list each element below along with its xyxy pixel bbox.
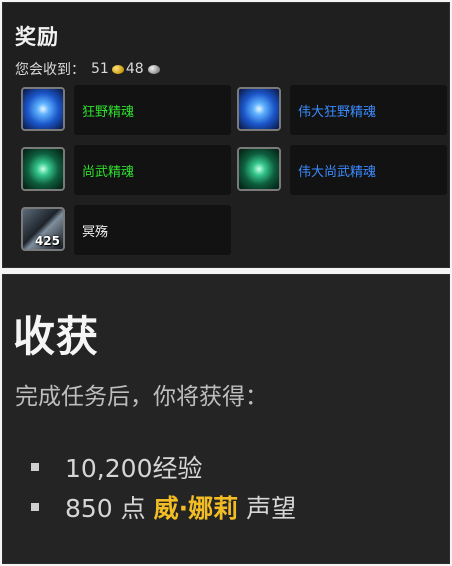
gains-list: 10,200经验 850 点 威·娜莉 声望 [31,447,296,527]
reward-item-name: 伟大狂野精魂 [298,105,377,120]
reward-item-label-box: 狂野精魂 [74,85,231,135]
list-item-reputation: 850 点 威·娜莉 声望 [31,487,296,527]
reward-item-label-box: 伟大狂野精魂 [290,85,447,135]
xp-text: 10,200经验 [65,454,203,483]
silver-coin-icon [147,64,160,74]
green-soul-icon [237,147,281,191]
gains-panel: 收获 完成任务后，你将获得： 10,200经验 850 点 威·娜莉 声望 [2,274,450,564]
reward-item-wild-spirit[interactable]: 狂野精魂 [21,85,231,135]
bullet-icon [31,463,39,471]
gold-amount: 51 [91,61,109,77]
reward-item-name: 尚武精魂 [82,165,135,180]
reward-item-label-box: 尚武精魂 [74,145,231,195]
blue-soul-icon [237,87,281,131]
reward-item-dark-shard[interactable]: 425 冥殇 [21,205,231,255]
reward-item-name: 冥殇 [82,225,109,240]
reward-item-name: 狂野精魂 [82,105,135,120]
rep-amount: 850 点 [65,494,146,523]
faction-link[interactable]: 威·娜莉 [154,489,239,525]
gold-coin-icon [111,64,124,74]
reward-item-label-box: 冥殇 [74,205,231,255]
bullet-icon [31,503,39,511]
green-soul-icon [21,147,65,191]
reward-item-great-martial-spirit[interactable]: 伟大尚武精魂 [237,145,447,195]
reward-item-label-box: 伟大尚武精魂 [290,145,447,195]
blue-soul-icon [21,87,65,131]
reward-item-name: 伟大尚武精魂 [298,165,377,180]
reward-item-martial-spirit[interactable]: 尚武精魂 [21,145,231,195]
list-item-xp: 10,200经验 [31,447,296,487]
silver-amount: 48 [125,61,144,77]
rep-suffix: 声望 [246,494,297,523]
item-stack-count: 425 [34,234,60,248]
money-line: 您会收到： 51 48 [15,59,162,79]
dark-shard-icon: 425 [21,207,65,251]
rewards-title: 奖励 [15,25,59,49]
rewards-panel: 奖励 您会收到： 51 48 狂野精魂 伟大狂野精魂 尚武精魂 伟大尚武精魂 4… [2,2,450,268]
reward-item-great-wild-spirit[interactable]: 伟大狂野精魂 [237,85,447,135]
gains-subtitle: 完成任务后，你将获得： [15,384,268,410]
receive-label: 您会收到： [15,62,85,78]
gains-title: 收获 [13,312,100,361]
